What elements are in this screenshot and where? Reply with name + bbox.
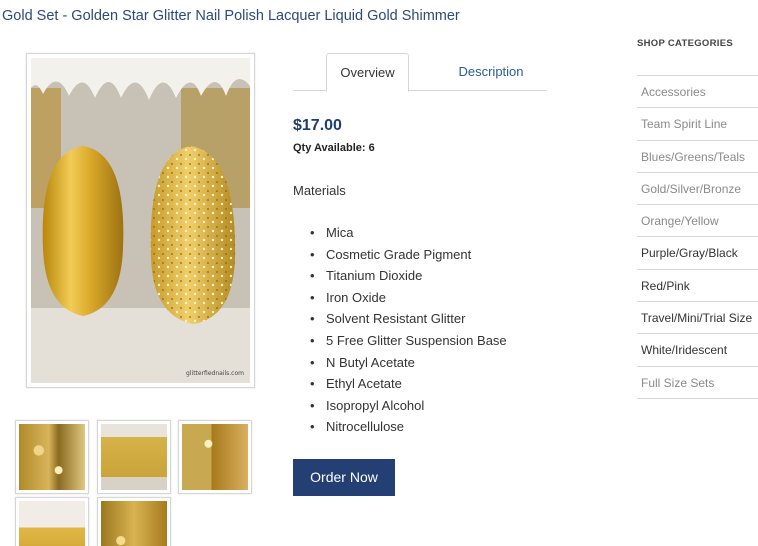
category-list: Accessories Team Spirit Line Blues/Green…: [637, 75, 758, 399]
list-item: Solvent Resistant Glitter: [310, 310, 507, 332]
materials-heading: Materials: [293, 183, 346, 198]
category-red-pink[interactable]: Red/Pink: [637, 270, 758, 303]
tab-overview[interactable]: Overview: [326, 53, 409, 92]
category-blues-greens-teals[interactable]: Blues/Greens/Teals: [637, 141, 758, 173]
category-team-spirit-line[interactable]: Team Spirit Line: [637, 108, 758, 141]
list-item: Titanium Dioxide: [310, 267, 507, 289]
category-travel-mini-trial-size[interactable]: Travel/Mini/Trial Size: [637, 302, 758, 335]
nail-tips-illustration: [31, 58, 250, 383]
list-item: Ethyl Acetate: [310, 375, 507, 397]
list-item: Iron Oxide: [310, 289, 507, 311]
image-watermark: glitterfiednails.com: [186, 370, 244, 377]
main-product-image[interactable]: glitterfiednails.com: [26, 53, 255, 388]
list-item: Nitrocellulose: [310, 418, 507, 440]
tab-description[interactable]: Description: [441, 53, 541, 91]
thumbnail-1[interactable]: [15, 420, 89, 494]
product-tabs: Overview Description: [293, 53, 547, 92]
qty-value: 6: [368, 142, 375, 154]
thumbnail-4[interactable]: [15, 497, 89, 546]
list-item: N Butyl Acetate: [310, 354, 507, 376]
list-item: Cosmetic Grade Pigment: [310, 246, 507, 268]
nail-polish-photo: glitterfiednails.com: [31, 58, 250, 383]
list-item: Mica: [310, 224, 507, 246]
order-now-button[interactable]: Order Now: [293, 459, 395, 496]
category-purple-gray-black[interactable]: Purple/Gray/Black: [637, 237, 758, 270]
qty-available: Qty Available: 6: [293, 142, 375, 154]
thumbnail-5[interactable]: [97, 497, 171, 546]
thumbnail-3[interactable]: [178, 420, 252, 494]
category-white-iridescent[interactable]: White/Iridescent: [637, 334, 758, 367]
list-item: 5 Free Glitter Suspension Base: [310, 332, 507, 354]
category-full-size-sets[interactable]: Full Size Sets: [637, 367, 758, 399]
product-title: Gold Set - Golden Star Glitter Nail Poli…: [2, 8, 460, 24]
qty-label: Qty Available:: [293, 142, 366, 154]
materials-list: Mica Cosmetic Grade Pigment Titanium Dio…: [310, 224, 507, 440]
category-orange-yellow[interactable]: Orange/Yellow: [637, 205, 758, 238]
category-accessories[interactable]: Accessories: [637, 76, 758, 109]
category-gold-silver-bronze[interactable]: Gold/Silver/Bronze: [637, 173, 758, 206]
shop-categories-heading: SHOP CATEGORIES: [637, 38, 733, 49]
product-price: $17.00: [293, 117, 342, 134]
list-item: Isopropyl Alcohol: [310, 397, 507, 419]
thumbnail-2[interactable]: [97, 420, 171, 494]
